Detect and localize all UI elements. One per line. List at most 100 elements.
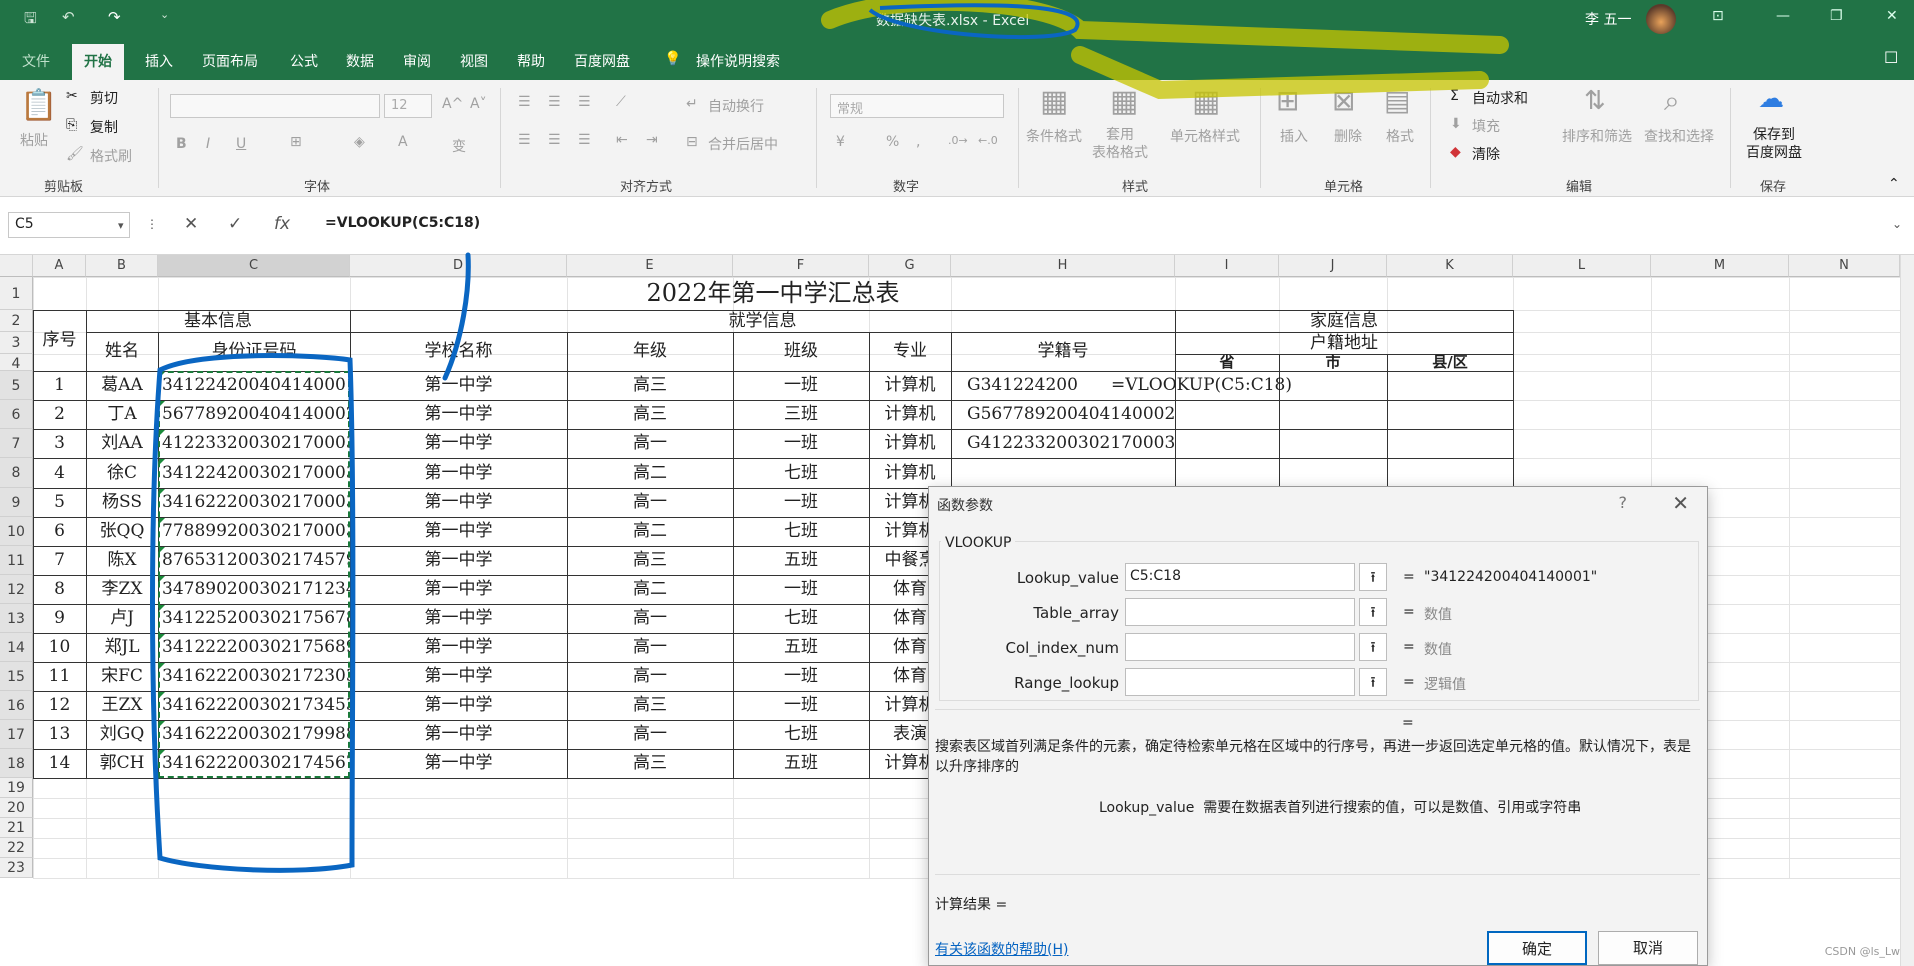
cut-button[interactable]: 剪切 — [90, 88, 118, 108]
cell-class[interactable]: 七班 — [733, 458, 869, 488]
cell-major[interactable]: 计算机 — [869, 458, 951, 488]
cell-name[interactable]: 丁A — [86, 400, 158, 429]
column-header-k[interactable]: K — [1387, 255, 1513, 277]
decrease-decimal-icon[interactable]: ←.0 — [978, 134, 998, 147]
underline-button[interactable]: U — [236, 136, 246, 152]
fill-color-icon[interactable]: ◈ — [354, 134, 365, 150]
orientation-icon[interactable]: ⟋ — [616, 94, 626, 110]
group-header-family[interactable]: 家庭信息 — [1175, 310, 1513, 332]
header-seq[interactable]: 序号 — [33, 310, 86, 371]
cell-class[interactable]: 一班 — [733, 575, 869, 604]
cell-name[interactable]: 刘AA — [86, 429, 158, 458]
cell-seq[interactable]: 10 — [33, 633, 86, 662]
cell-name[interactable]: 徐C — [86, 458, 158, 488]
tell-me-search[interactable]: 操作说明搜索 — [696, 51, 780, 71]
format-as-table-button[interactable]: 套用 表格格式 — [1092, 126, 1148, 162]
align-center-icon[interactable]: ☰ — [548, 132, 561, 148]
grow-font-button[interactable]: A^ — [442, 96, 463, 112]
undo-icon[interactable]: ↶ — [62, 8, 75, 26]
font-size-combo[interactable]: 12 — [384, 94, 432, 118]
tab-data[interactable]: 数据 — [346, 51, 374, 71]
align-right-icon[interactable]: ☰ — [578, 132, 591, 148]
row-header-17[interactable]: 17 — [0, 720, 33, 749]
conditional-format-button[interactable]: 条件格式 — [1026, 126, 1082, 146]
header-province[interactable]: 省 — [1175, 354, 1279, 371]
minimize-icon[interactable]: — — [1776, 8, 1790, 24]
select-all-corner[interactable] — [0, 255, 33, 277]
cell-class[interactable]: 一班 — [733, 662, 869, 691]
cell-seq[interactable]: 6 — [33, 517, 86, 546]
cell-name[interactable]: 郭CH — [86, 749, 158, 778]
number-format-combo[interactable]: 常规 — [830, 94, 1004, 118]
cell-seq[interactable]: 11 — [33, 662, 86, 691]
row-header-9[interactable]: 9 — [0, 488, 33, 517]
cell-school[interactable]: 第一中学 — [350, 662, 567, 691]
cell-school[interactable]: 第一中学 — [350, 429, 567, 458]
decrease-indent-icon[interactable]: ⇤ — [616, 132, 628, 148]
row-header-15[interactable]: 15 — [0, 662, 33, 691]
cancel-icon[interactable]: ✕ — [184, 214, 198, 234]
cell-name[interactable]: 王ZX — [86, 691, 158, 720]
cell-grade[interactable]: 高三 — [567, 371, 733, 400]
cancel-button[interactable]: 取消 — [1598, 931, 1698, 965]
collapse-ribbon-icon[interactable]: ⌃ — [1888, 176, 1900, 192]
tab-insert[interactable]: 插入 — [145, 51, 173, 71]
cell-grade[interactable]: 高二 — [567, 575, 733, 604]
column-header-j[interactable]: J — [1279, 255, 1387, 277]
arg-input-col-index-num[interactable] — [1125, 633, 1355, 661]
font-color-button[interactable]: A — [398, 134, 408, 150]
chevron-down-icon[interactable]: ▾ — [118, 219, 124, 232]
autosum-button[interactable]: 自动求和 — [1472, 88, 1528, 108]
row-header-19[interactable]: 19 — [0, 778, 33, 798]
close-icon[interactable]: ✕ — [1672, 491, 1689, 515]
comments-icon[interactable]: ☐ — [1884, 48, 1898, 67]
tab-file[interactable]: 文件 — [22, 51, 50, 71]
cell-grade[interactable]: 高一 — [567, 429, 733, 458]
delete-cells-button[interactable]: 删除 — [1334, 126, 1362, 146]
cell-grade[interactable]: 高一 — [567, 488, 733, 517]
cell-grade[interactable]: 高一 — [567, 720, 733, 749]
cell-school[interactable]: 第一中学 — [350, 575, 567, 604]
cell-school[interactable]: 第一中学 — [350, 517, 567, 546]
cell-seq[interactable]: 12 — [33, 691, 86, 720]
cell-grade[interactable]: 高三 — [567, 691, 733, 720]
group-header-school[interactable]: 就学信息 — [350, 310, 1175, 332]
header-city[interactable]: 市 — [1279, 354, 1387, 371]
header-grade[interactable]: 年级 — [567, 332, 733, 371]
cell-regno[interactable]: G567789200404140002 — [951, 400, 1175, 429]
row-header-12[interactable]: 12 — [0, 575, 33, 604]
customize-quick-access-icon[interactable]: ⌄ — [160, 8, 169, 21]
cell-name[interactable]: 杨SS — [86, 488, 158, 517]
borders-icon[interactable]: ⊞ — [290, 134, 302, 150]
cell-grade[interactable]: 高一 — [567, 604, 733, 633]
cell-class[interactable]: 一班 — [733, 429, 869, 458]
cell-seq[interactable]: 5 — [33, 488, 86, 517]
cell-styles-button[interactable]: 单元格样式 — [1170, 126, 1240, 146]
format-cells-button[interactable]: 格式 — [1386, 126, 1414, 146]
phonetic-button[interactable]: 变 — [452, 136, 466, 156]
cell-name[interactable]: 李ZX — [86, 575, 158, 604]
cell-class[interactable]: 三班 — [733, 400, 869, 429]
tab-page-layout[interactable]: 页面布局 — [202, 51, 258, 71]
arg-input-range-lookup[interactable] — [1125, 668, 1355, 696]
maximize-icon[interactable]: ❐ — [1830, 8, 1843, 24]
enter-icon[interactable]: ✓ — [228, 214, 242, 234]
vertical-scrollbar[interactable] — [1900, 255, 1914, 966]
cell-major[interactable]: 计算机 — [869, 400, 951, 429]
header-major[interactable]: 专业 — [869, 332, 951, 371]
row-header-4[interactable]: 4 — [0, 354, 33, 372]
cell-school[interactable]: 第一中学 — [350, 691, 567, 720]
cell-name[interactable]: 郑JL — [86, 633, 158, 662]
row-header-1[interactable]: 1 — [0, 277, 33, 310]
copy-button[interactable]: 复制 — [90, 117, 118, 137]
cell-class[interactable]: 一班 — [733, 691, 869, 720]
sort-filter-button[interactable]: 排序和筛选 — [1562, 126, 1632, 146]
increase-decimal-icon[interactable]: .0→ — [948, 134, 968, 147]
cell-seq[interactable]: 14 — [33, 749, 86, 778]
column-header-g[interactable]: G — [869, 255, 951, 277]
row-header-8[interactable]: 8 — [0, 458, 33, 488]
cell-school[interactable]: 第一中学 — [350, 546, 567, 575]
cell-school[interactable]: 第一中学 — [350, 604, 567, 633]
header-name[interactable]: 姓名 — [86, 332, 158, 371]
arg-input-table-array[interactable] — [1125, 598, 1355, 626]
